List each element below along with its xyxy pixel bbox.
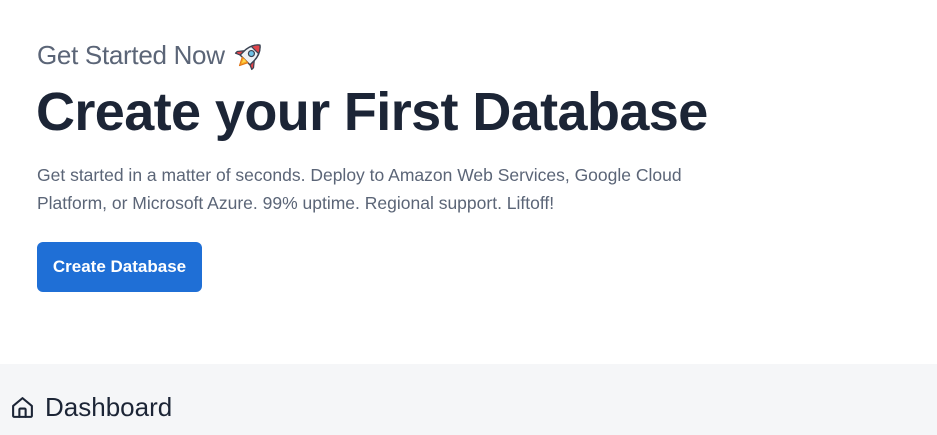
dashboard-section: Dashboard bbox=[0, 364, 937, 435]
hero-section: Get Started Now Create your First Databa… bbox=[0, 0, 937, 364]
eyebrow-text: Get Started Now bbox=[37, 40, 225, 70]
page-title: Create your First Database bbox=[36, 82, 708, 142]
eyebrow: Get Started Now bbox=[37, 38, 267, 72]
page: Get Started Now Create your First Databa… bbox=[0, 0, 937, 435]
dashboard-title: Dashboard bbox=[45, 392, 173, 422]
hero-description: Get started in a matter of seconds. Depl… bbox=[37, 165, 682, 213]
create-database-button[interactable]: Create Database bbox=[37, 242, 202, 292]
rocket-icon bbox=[233, 38, 267, 72]
dashboard-header: Dashboard bbox=[10, 392, 172, 422]
home-icon bbox=[10, 395, 35, 420]
